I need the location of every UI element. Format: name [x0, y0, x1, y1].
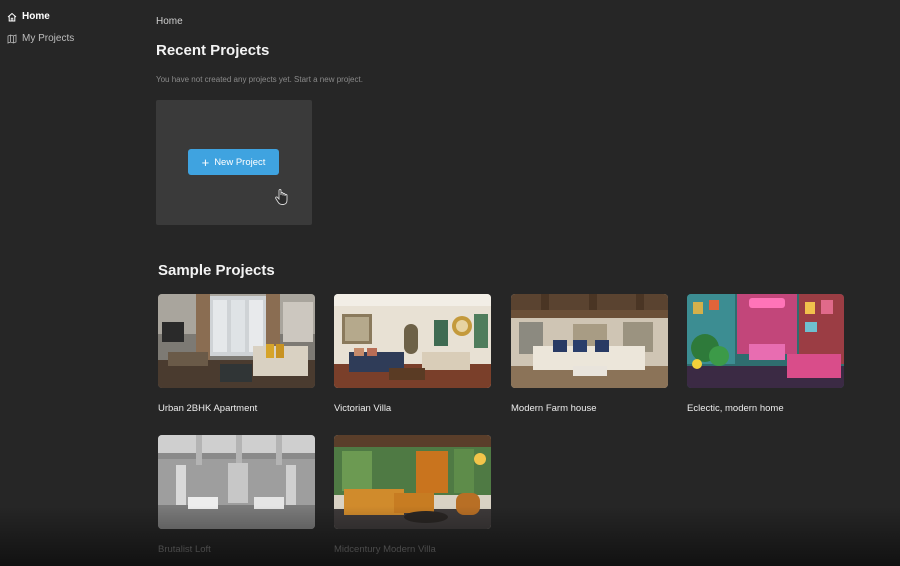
- midcentury-room-image: [334, 435, 491, 529]
- sample-card-modern-farm-house[interactable]: Modern Farm house: [511, 294, 668, 414]
- sidebar-item-my-projects[interactable]: My Projects: [7, 33, 74, 44]
- farmhouse-room-image: [511, 294, 668, 388]
- living-room-image: [158, 294, 315, 388]
- new-project-label: New Project: [214, 156, 266, 168]
- sample-thumbnail[interactable]: [158, 435, 315, 529]
- sample-thumbnail[interactable]: [687, 294, 844, 388]
- plus-icon: +: [201, 154, 210, 170]
- sample-thumbnail[interactable]: [511, 294, 668, 388]
- sample-thumbnail[interactable]: [158, 294, 315, 388]
- sample-card-eclectic-modern-home[interactable]: Eclectic, modern home: [687, 294, 844, 414]
- sidebar-item-label: Home: [22, 11, 50, 22]
- sample-title: Eclectic, modern home: [687, 403, 784, 414]
- breadcrumb[interactable]: Home: [156, 16, 183, 27]
- hand-cursor-icon: [275, 189, 288, 205]
- sample-card-midcentury-modern-villa[interactable]: Midcentury Modern Villa: [334, 435, 491, 555]
- home-icon: [7, 12, 17, 21]
- sample-card-victorian-villa[interactable]: Victorian Villa: [334, 294, 491, 414]
- map-icon: [7, 33, 17, 44]
- new-project-button[interactable]: + New Project: [188, 149, 279, 175]
- sample-title: Urban 2BHK Apartment: [158, 403, 258, 414]
- empty-projects-message: You have not created any projects yet. S…: [156, 75, 363, 84]
- sample-projects-title: Sample Projects: [158, 262, 275, 279]
- eclectic-room-image: [687, 294, 844, 388]
- victorian-room-image: [334, 294, 491, 388]
- sidebar: Home My Projects: [0, 0, 140, 566]
- sample-thumbnail[interactable]: [334, 435, 491, 529]
- sample-thumbnail[interactable]: [334, 294, 491, 388]
- brutalist-room-image: [158, 435, 315, 529]
- recent-projects-title: Recent Projects: [156, 42, 270, 59]
- new-project-card[interactable]: + New Project: [156, 100, 312, 225]
- sample-card-brutalist-loft[interactable]: Brutalist Loft: [158, 435, 315, 555]
- sample-title: Modern Farm house: [511, 403, 597, 414]
- sample-title: Midcentury Modern Villa: [334, 544, 436, 555]
- sample-card-urban-2bhk[interactable]: Urban 2BHK Apartment: [158, 294, 315, 414]
- sidebar-item-label: My Projects: [22, 33, 75, 44]
- sample-title: Victorian Villa: [334, 403, 392, 414]
- sidebar-item-home[interactable]: Home: [7, 11, 50, 22]
- sample-title: Brutalist Loft: [158, 544, 211, 555]
